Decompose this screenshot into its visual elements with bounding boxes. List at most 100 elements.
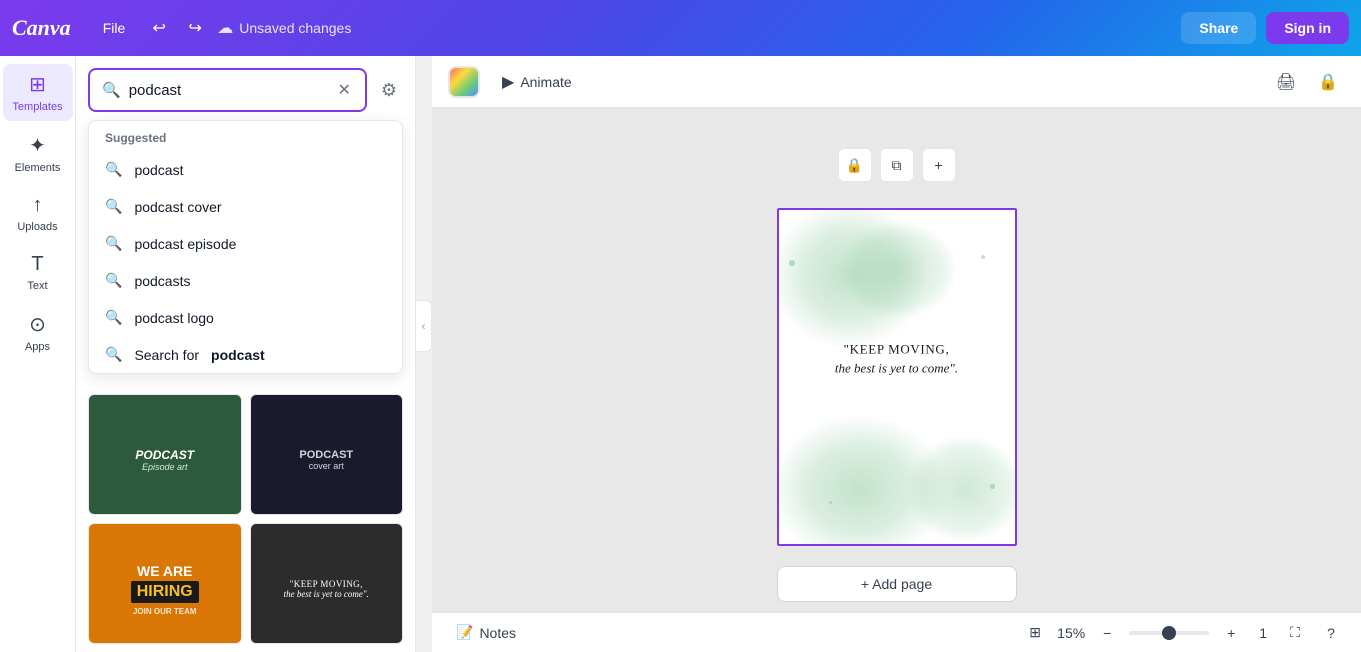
help-button[interactable]: ? [1317,619,1345,647]
animate-icon: ▶ [502,72,514,92]
fullscreen-button[interactable]: ⛶ [1281,619,1309,647]
page-action-buttons: 🔒 ⧉ + [838,148,956,182]
suggested-section-label: Suggested [89,121,402,151]
canvas-area: ▶ Animate 🖨 🔒 🔒 ⧉ + [432,56,1361,612]
template-thumb-2[interactable]: PODCAST cover art [250,394,404,515]
text-icon: T [31,253,43,276]
filter-button[interactable]: ⚙ [375,74,403,107]
elements-icon: ✦ [29,133,46,158]
suggestion-text-3: podcast episode [134,236,236,252]
sidebar-item-text[interactable]: T Text [3,245,73,300]
sidebar-item-templates[interactable]: ⊞ Templates [3,64,73,121]
suggestion-search-icon-4: 🔍 [105,272,122,289]
copy-page-icon: ⧉ [892,157,902,174]
template-thumb-quote: "KEEP MOVING, the best is yet to come". [251,524,403,644]
search-box-area: 🔍 ✕ ⚙ [76,56,415,120]
suggestion-search-icon-6: 🔍 [105,346,122,363]
search-icon: 🔍 [102,81,121,99]
undo-button[interactable]: ↩ [145,14,173,42]
left-sidebar: ⊞ Templates ✦ Elements ↑ Uploads T Text … [0,56,76,652]
sidebar-item-uploads[interactable]: ↑ Uploads [3,186,73,241]
animate-button[interactable]: ▶ Animate [492,66,582,98]
template-thumb-green: PODCAST Episode art [89,395,241,515]
notes-button[interactable]: 📝 Notes [448,620,524,645]
share-button[interactable]: Share [1181,12,1256,44]
suggestion-search-icon-5: 🔍 [105,309,122,326]
add-page-top-button[interactable]: + [922,148,956,182]
sidebar-item-text-label: Text [27,280,47,292]
clear-search-button[interactable]: ✕ [335,78,352,102]
template-thumb-4[interactable]: "KEEP MOVING, the best is yet to come". [250,523,404,644]
template-thumb-1[interactable]: PODCAST Episode art [88,394,242,515]
chevron-left-icon: ‹ [422,319,426,333]
copy-page-button[interactable]: ⧉ [880,148,914,182]
sidebar-item-apps-label: Apps [25,341,50,353]
animate-label: Animate [520,74,571,90]
sidebar-item-apps[interactable]: ⊙ Apps [3,304,73,361]
templates-grid: PODCAST Episode art PODCAST cover art WE… [76,386,415,652]
suggestions-dropdown: Suggested 🔍 podcast 🔍 podcast cover 🔍 po… [88,120,403,374]
design-card[interactable]: "KEEP MOVING, the best is yet to come". [777,208,1017,546]
template-thumb-3[interactable]: WE ARE HIRING JOIN OUR TEAM [88,523,242,644]
suggestion-text-2: podcast cover [134,199,221,215]
color-picker-button[interactable] [448,66,480,98]
add-page-top-icon: + [934,157,942,173]
zoom-in-button[interactable]: + [1217,619,1245,647]
search-input[interactable] [129,82,328,99]
search-input-wrapper: 🔍 ✕ [88,68,367,112]
zoom-level-display: 15% [1057,625,1085,641]
canvas-page-area: 🔒 ⧉ + "KEEP MOVING, the best is yet to c… [777,148,1017,602]
sidebar-item-templates-label: Templates [12,101,62,113]
file-menu-button[interactable]: File [91,14,138,42]
bottom-bar: 📝 Notes ⊞ 15% − + 1 ⛶ ? [432,612,1361,652]
lock-page-icon: 🔒 [846,157,863,174]
page-counter: 1 [1253,625,1273,641]
suggestion-text-4: podcasts [134,273,190,289]
suggestion-search-for-podcast[interactable]: 🔍 Search for podcast [89,336,402,373]
notes-icon: 📝 [456,624,473,641]
suggestion-text-6-prefix: Search for [134,347,199,363]
print-button[interactable]: 🖨 [1269,65,1303,99]
show-pages-button[interactable]: ⊞ [1021,619,1049,647]
show-pages-icon: ⊞ [1029,624,1041,641]
sidebar-item-uploads-label: Uploads [17,221,57,233]
signin-button[interactable]: Sign in [1266,12,1349,44]
notes-label: Notes [479,625,516,641]
suggestion-podcast-logo[interactable]: 🔍 podcast logo [89,299,402,336]
zoom-in-icon: + [1227,625,1235,641]
watercolor-decoration-bottom2 [905,434,1017,544]
topbar-right-actions: Share Sign in [1181,12,1349,44]
lock-icon: 🔒 [1318,72,1338,92]
suggestion-search-icon-2: 🔍 [105,198,122,215]
watercolor-decoration-top2 [839,220,959,320]
fullscreen-icon: ⛶ [1290,624,1300,641]
suggestion-search-icon-3: 🔍 [105,235,122,252]
canva-logo[interactable]: Canva [12,15,71,41]
topbar: Canva File ↩ ↪ ☁ Unsaved changes Share S… [0,0,1361,56]
suggestion-podcast-cover[interactable]: 🔍 podcast cover [89,188,402,225]
templates-icon: ⊞ [29,72,46,97]
apps-icon: ⊙ [29,312,46,337]
unsaved-changes-indicator: ☁ Unsaved changes [217,18,351,38]
lock-page-button[interactable]: 🔒 [838,148,872,182]
watercolor-dot-4 [829,501,832,504]
sidebar-item-elements[interactable]: ✦ Elements [3,125,73,182]
suggestion-podcast-episode[interactable]: 🔍 podcast episode [89,225,402,262]
suggestion-podcast[interactable]: 🔍 podcast [89,151,402,188]
hide-panel-button[interactable]: ‹ [416,300,432,352]
zoom-slider[interactable] [1129,631,1209,635]
suggestion-text-6-bold: podcast [211,347,265,363]
canvas-toolbar-right: 🖨 🔒 [1269,65,1345,99]
zoom-out-button[interactable]: − [1093,619,1121,647]
add-page-button[interactable]: + Add page [777,566,1017,602]
template-thumb-dark: PODCAST cover art [251,395,403,515]
quote-sub-text: the best is yet to come". [807,359,987,380]
print-icon: 🖨 [1276,72,1296,92]
suggestion-podcasts[interactable]: 🔍 podcasts [89,262,402,299]
redo-button[interactable]: ↪ [181,14,209,42]
canvas-scroll-area[interactable]: 🔒 ⧉ + "KEEP MOVING, the best is yet to c… [432,108,1361,612]
suggestion-search-icon-1: 🔍 [105,161,122,178]
quote-text-block: "KEEP MOVING, the best is yet to come". [807,341,987,380]
unsaved-changes-label: Unsaved changes [239,20,351,36]
lock-button[interactable]: 🔒 [1311,65,1345,99]
